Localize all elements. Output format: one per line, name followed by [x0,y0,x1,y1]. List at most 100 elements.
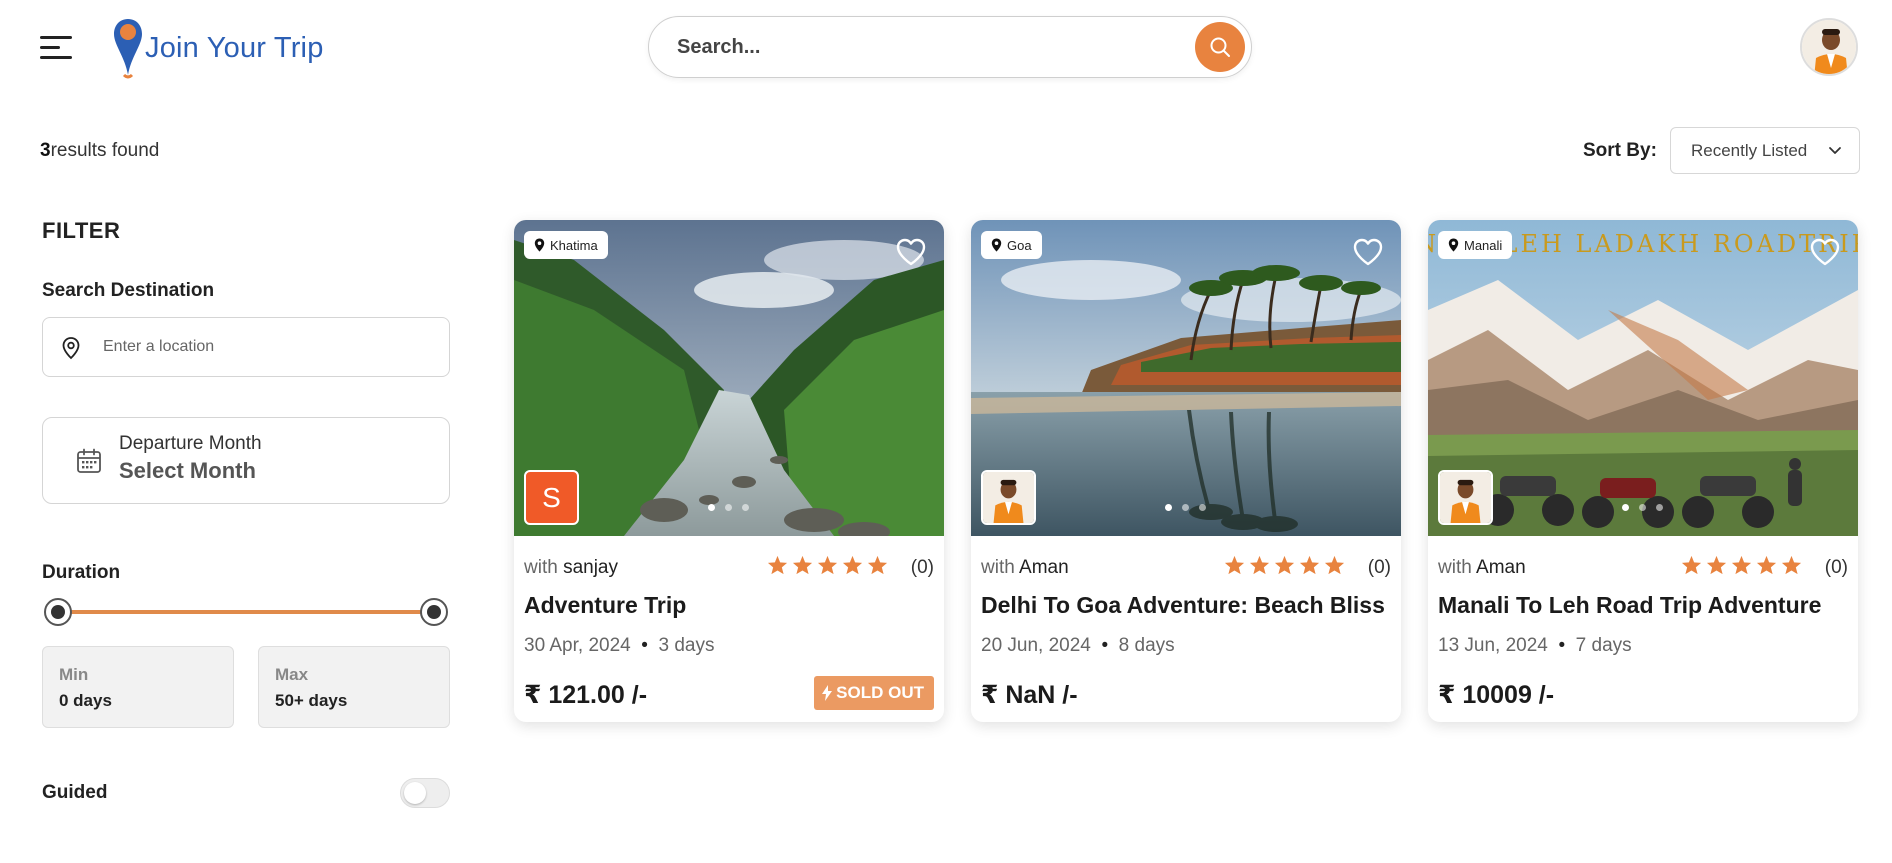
location-pin-icon [62,337,80,360]
menu-icon[interactable] [40,36,72,60]
logo-text: Join Your Trip [145,31,324,64]
star-icon [1224,555,1245,575]
host-prefix: with [1438,557,1472,578]
star-rating [1681,555,1802,575]
logo-pin-icon [114,19,142,79]
duration-slider[interactable] [42,596,450,628]
trip-title[interactable]: Manali To Leh Road Trip Adventure [1438,592,1821,619]
rating-count: (0) [910,557,934,578]
sold-out-badge: SOLD OUT [814,676,934,710]
star-icon [792,555,813,575]
sort-dropdown[interactable]: Recently Listed [1670,127,1860,174]
guided-toggle[interactable] [400,778,450,808]
meta-separator: • [1558,635,1566,656]
carousel-dots[interactable] [1622,504,1663,511]
location-input[interactable] [103,335,423,359]
lightning-icon [822,685,833,701]
star-rating [1224,555,1345,575]
trip-price: ₹ 10009 /- [1438,681,1555,709]
host-avatar-photo [983,472,1034,523]
meta-separator: • [641,635,648,656]
chevron-down-icon [1829,147,1841,154]
trip-title[interactable]: Adventure Trip [524,592,686,619]
logo[interactable]: Join Your Trip [113,16,324,80]
departure-month-value: Select Month [119,458,256,483]
location-tag: Khatima [524,231,608,259]
location-tag-text: Goa [1007,237,1032,253]
star-rating [767,555,888,575]
star-icon [1324,555,1345,575]
trip-duration: 8 days [1118,635,1175,656]
location-pin-icon [991,238,1002,252]
location-tag-text: Khatima [550,237,598,253]
trip-meta: 13 Jun, 2024 • 7 days [1438,635,1632,657]
host-initial-avatar: S [524,470,579,525]
rating-count: (0) [1824,557,1848,578]
carousel-dots[interactable] [708,504,749,511]
location-pin-icon [1448,238,1459,252]
top-header: Join Your Trip [0,0,1892,96]
trip-card[interactable]: NALI LEH LADAKH ROADTRIP Manali with Ama… [1428,220,1858,722]
meta-separator: • [1101,635,1109,656]
sort-selected-value: Recently Listed [1691,140,1808,160]
trip-image[interactable]: NALI LEH LADAKH ROADTRIP Manali [1428,220,1858,536]
duration-label: Duration [42,562,121,583]
carousel-dots[interactable] [1165,504,1206,511]
duration-min-box[interactable]: Min 0 days [42,646,234,728]
user-avatar-photo [1802,20,1856,74]
search-button[interactable] [1195,22,1245,72]
host-name: Aman [1476,557,1526,578]
trip-meta: 30 Apr, 2024 • 3 days [524,635,714,657]
trip-image[interactable]: Goa [971,220,1401,536]
host-line: with Aman [981,557,1069,579]
star-icon [842,555,863,575]
duration-max-handle[interactable] [420,598,448,626]
sort-label: Sort By: [1583,140,1657,161]
duration-max-value: 50+ days [275,691,348,710]
trip-card[interactable]: Khatima S with sanjay (0) Adventure Trip… [514,220,944,722]
host-avatar [1438,470,1493,525]
host-line: with sanjay [524,557,618,579]
heart-icon[interactable] [1353,238,1383,266]
trip-image[interactable]: Khatima S [514,220,944,536]
trip-duration: 7 days [1575,635,1632,656]
star-icon [1681,555,1702,575]
trip-price: ₹ NaN /- [981,681,1078,709]
trip-duration: 3 days [658,635,715,656]
duration-min-handle[interactable] [44,598,72,626]
star-icon [1249,555,1270,575]
duration-max-box[interactable]: Max 50+ days [258,646,450,728]
host-line: with Aman [1438,557,1526,579]
location-pin-icon [534,238,545,252]
departure-month-selector[interactable]: Departure Month Select Month [42,417,450,504]
trip-title[interactable]: Delhi To Goa Adventure: Beach Bliss [981,592,1385,619]
duration-min-value: 0 days [59,691,112,710]
trip-meta: 20 Jun, 2024 • 8 days [981,635,1175,657]
search-input[interactable] [677,31,1157,63]
heart-icon[interactable] [896,238,926,266]
guided-label: Guided [42,782,108,803]
trip-date: 30 Apr, 2024 [524,635,631,656]
trip-date: 13 Jun, 2024 [1438,635,1548,656]
heart-icon[interactable] [1810,238,1840,266]
departure-month-label: Departure Month [119,433,262,454]
trip-card[interactable]: Goa with Aman (0) Delhi To Goa Adventure… [971,220,1401,722]
star-icon [1781,555,1802,575]
host-name: Aman [1019,557,1069,578]
calendar-icon [77,448,101,473]
location-tag: Manali [1438,231,1513,259]
results-suffix: results found [50,140,160,161]
location-tag-text: Manali [1464,237,1503,253]
duration-min-label: Min [59,665,89,684]
host-avatar [981,470,1036,525]
star-icon [867,555,888,575]
duration-max-label: Max [275,665,309,684]
host-name: sanjay [563,557,618,578]
star-icon [817,555,838,575]
star-icon [767,555,788,575]
user-avatar[interactable] [1800,18,1858,76]
star-icon [1731,555,1752,575]
star-icon [1299,555,1320,575]
host-prefix: with [524,557,558,578]
star-icon [1706,555,1727,575]
